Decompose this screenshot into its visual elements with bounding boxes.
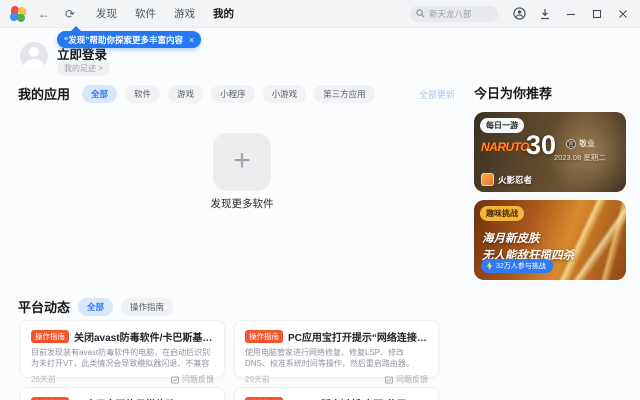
my-apps-title: 我的应用 [18,87,71,102]
search-input[interactable] [429,8,492,19]
my-apps-tab-games[interactable]: 游戏 [168,84,204,103]
nav-item-software[interactable]: 软件 [135,6,156,21]
daily-game-card[interactable]: 每日一游 NARUTO 30 宜 敬业 2023.08 星期二 火影忍者 [474,112,626,192]
feed-tab-all[interactable]: 全部 [78,297,114,316]
feedback-link[interactable]: 问题反馈 [385,374,428,385]
feed-title: 平台动态 [18,300,71,315]
participants-pill[interactable]: 32万人参与挑战 [481,259,553,273]
post-tag: 操作指南 [245,330,283,343]
main-nav: 发现 软件 游戏 我的 [96,6,234,21]
nav-item-mine[interactable]: 我的 [213,6,234,21]
titlebar: ← ⟳ 发现 软件 游戏 我的 [0,0,640,28]
download-icon[interactable] [538,7,552,21]
feed-post[interactable]: 操作指南 关闭avast防毒软件/卡巴斯基减少卡顿现象 目前发现装有avast防… [20,320,225,384]
minimize-icon[interactable] [564,7,578,21]
maximize-icon[interactable] [590,7,604,21]
my-apps-tab-software[interactable]: 软件 [125,84,161,103]
calendar-day: 30 [526,130,557,160]
feed-tab-guide[interactable]: 操作指南 [121,297,174,316]
challenge-headline-1: 海月新皮肤 [482,233,540,245]
my-apps-tab-all[interactable]: 全部 [82,84,118,103]
post-title: PC应用宝打开提示“网络连接错误” [288,333,428,344]
luck-label: 敬业 [579,139,595,148]
nav-item-games[interactable]: 游戏 [174,6,195,21]
challenge-card[interactable]: 趣味挑战 海月新皮肤 无人能敌狂揽四杀 32万人参与挑战 [474,200,626,280]
tooltip-close-icon[interactable]: × [189,35,194,45]
post-title: opengl版本过低/卡死/花屏/闪退，升级显卡驱动… [288,396,428,400]
post-title: pc应用宝网络异常修改DNS教程 [74,396,214,400]
update-all-link[interactable]: 全部更新 [419,88,455,101]
tooltip-text: “发现”帮助你探索更多丰富内容 [64,34,184,45]
calendar-date: 2023.08 星期二 [554,153,606,162]
post-body: 目前发现装有avast防毒软件的电脑，在启动后识别为未打开VT，此类情况会导致模… [31,348,211,370]
participants-count: 32万人参与挑战 [496,263,546,270]
search-icon [416,9,425,18]
account-icon[interactable] [512,7,526,21]
discover-tooltip: “发现”帮助你探索更多丰富内容 × [57,26,202,48]
search-box[interactable] [410,5,498,22]
app-logo-icon [10,5,26,22]
luck-icon: 宜 [566,138,576,149]
game-name: 火影忍者 [498,174,533,185]
avatar[interactable] [20,42,48,70]
my-apps-tab-miniprograms[interactable]: 小程序 [211,84,255,103]
feed-post[interactable]: 操作指南 opengl版本过低/卡死/花屏/闪退，升级显卡驱动… [234,387,439,400]
naruto-logo: NARUTO [481,140,530,154]
refresh-icon[interactable]: ⟳ [62,7,78,21]
post-title: 关闭avast防毒软件/卡巴斯基减少卡顿现象 [74,333,214,344]
profile-footprint-link[interactable]: 我的足迹 > [57,61,110,76]
post-time: 29天前 [245,375,270,384]
feedback-icon [385,376,393,383]
my-apps-tab-minigames[interactable]: 小游戏 [262,84,307,103]
my-apps-tab-thirdparty[interactable]: 第三方应用 [314,84,375,103]
add-software-label: 发现更多软件 [210,198,274,210]
add-software-tile[interactable]: + [213,133,271,191]
nav-item-discover[interactable]: 发现 [96,6,117,21]
feed-post[interactable]: 操作指南 PC应用宝打开提示“网络连接错误” 使用电脑管家进行网络修复、修复LS… [234,320,439,384]
back-icon[interactable]: ← [36,7,52,21]
post-body: 使用电脑管家进行网络修复、修复LSP、修改DNS、校准系统时间等操作，然后重启路… [245,348,414,370]
post-tag: 操作指南 [31,330,69,343]
feed-post[interactable]: 操作指南 pc应用宝网络异常修改DNS教程 [20,387,225,400]
daily-game-badge: 每日一游 [480,118,524,133]
plus-icon: + [233,143,251,177]
close-icon[interactable] [616,7,630,21]
feedback-icon [171,376,179,383]
game-avatar-icon [481,173,494,186]
post-time: 26天前 [31,375,56,384]
lightning-icon [486,262,493,270]
challenge-badge: 趣味挑战 [480,206,524,221]
feedback-link[interactable]: 问题反馈 [171,374,214,385]
recommend-title: 今日为你推荐 [474,86,553,101]
